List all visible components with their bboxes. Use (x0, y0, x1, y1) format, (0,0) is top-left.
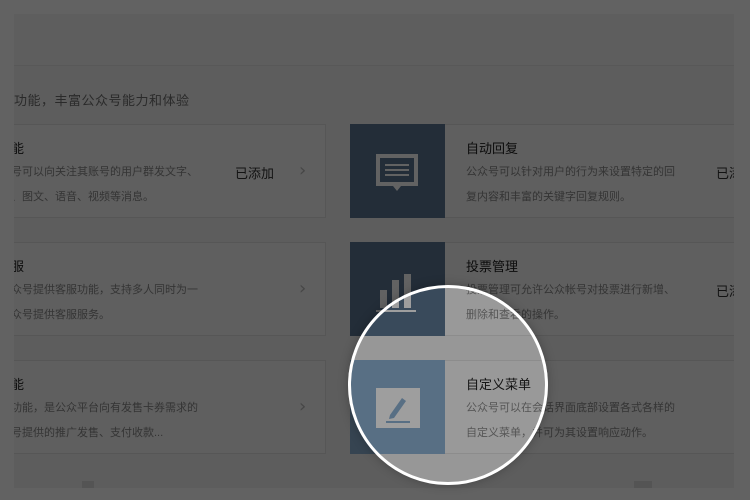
plugin-title: 能 (14, 377, 25, 392)
chevron-right-icon[interactable]: › (299, 160, 306, 181)
bar-chart-icon (350, 242, 445, 336)
plugin-panel: 功能，丰富公众号能力和体验 能 号可以向关注其账号的用户群发文字、 、图文、语音… (14, 14, 734, 488)
scroll-indicator (634, 481, 652, 488)
chevron-right-icon[interactable]: › (299, 396, 306, 417)
plugin-title: 能 (14, 141, 25, 156)
plugin-card-card-coupon[interactable]: 能 功能，是公众平台向有发售卡券需求的 号提供的推广发售、支付收款... › (14, 360, 326, 454)
chevron-right-icon[interactable]: › (299, 278, 306, 299)
plugin-description: 投票管理可允许公众帐号对投票进行新增、 删除和查看的操作。 (466, 284, 675, 321)
plugin-title: 服 (14, 259, 25, 274)
plugin-description: 众号提供客服功能，支持多人同时为一 众号提供客服服务。 (14, 284, 198, 321)
scroll-indicator (82, 481, 94, 488)
plugin-card-customer-service[interactable]: 服 众号提供客服功能，支持多人同时为一 众号提供客服服务。 › (14, 242, 326, 336)
plugin-title: 投票管理 (466, 259, 519, 274)
chat-icon (350, 124, 445, 218)
status-badge: 已添加 (235, 166, 275, 181)
plugin-description: 号可以向关注其账号的用户群发文字、 、图文、语音、视频等消息。 (14, 166, 198, 203)
section-description: 功能，丰富公众号能力和体验 (14, 93, 190, 108)
status-badge: 已添 (716, 284, 734, 299)
status-badge: 已添 (716, 166, 734, 181)
plugin-card-mass-send[interactable]: 能 号可以向关注其账号的用户群发文字、 、图文、语音、视频等消息。 已添加 › (14, 124, 326, 218)
plugin-description: 功能，是公众平台向有发售卡券需求的 号提供的推广发售、支付收款... (14, 402, 198, 439)
plugin-card-auto-reply[interactable]: 自动回复 公众号可以针对用户的行为来设置特定的回 复内容和丰富的关键字回复规则。… (350, 124, 734, 218)
plugin-description: 公众号可以在会话界面底部设置各式各样的 自定义菜单，并可为其设置响应动作。 (466, 402, 675, 439)
top-toolbar (14, 14, 734, 66)
plugin-title: 自定义菜单 (466, 377, 532, 392)
plugin-card-custom-menu[interactable]: 自定义菜单 公众号可以在会话界面底部设置各式各样的 自定义菜单，并可为其设置响应… (350, 360, 734, 454)
plugin-description: 公众号可以针对用户的行为来设置特定的回 复内容和丰富的关键字回复规则。 (466, 166, 675, 203)
edit-icon (350, 360, 445, 454)
plugin-title: 自动回复 (466, 141, 519, 156)
plugin-card-vote[interactable]: 投票管理 投票管理可允许公众帐号对投票进行新增、 删除和查看的操作。 已添 (350, 242, 734, 336)
